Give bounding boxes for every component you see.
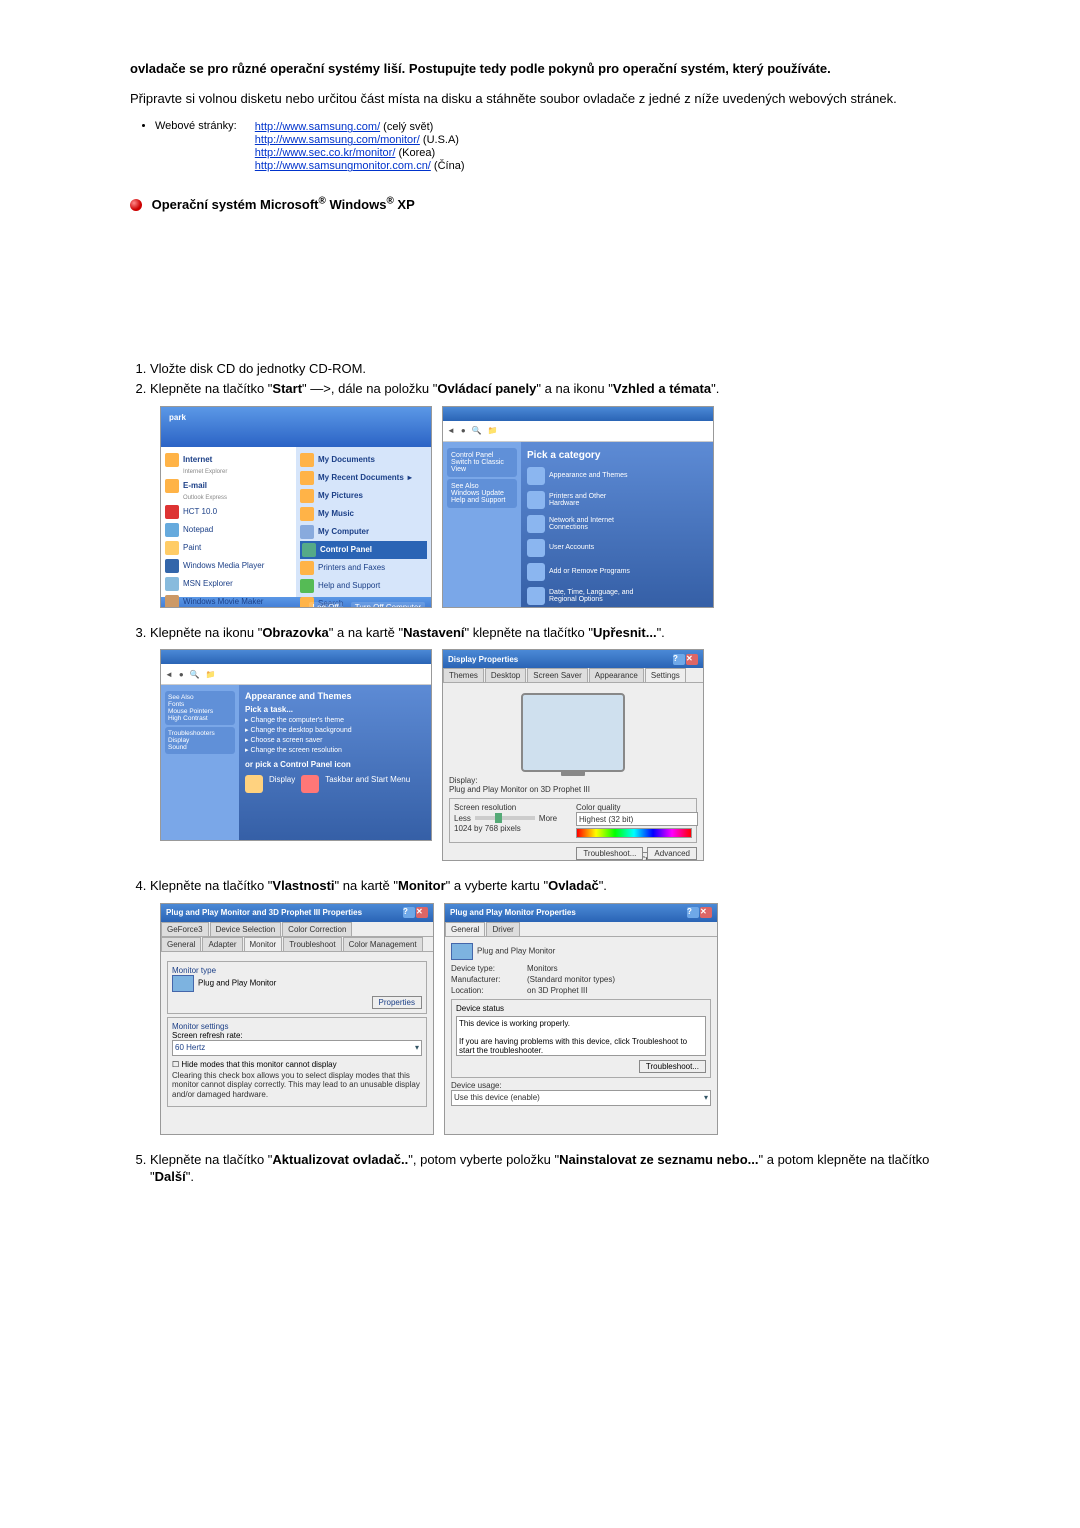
appearance-themes-screenshot: ◄●🔍📁 See AlsoFontsMouse PointersHigh Con…	[160, 649, 432, 841]
web-label: Webové stránky:	[155, 120, 237, 132]
link-samsung-monitor[interactable]: http://www.samsung.com/monitor/	[255, 134, 420, 146]
step-3: Klepněte na ikonu "Obrazovka" a na kartě…	[150, 624, 950, 642]
link-samsung[interactable]: http://www.samsung.com/	[255, 121, 380, 133]
monitor-properties-screenshot: Plug and Play Monitor Properties?✕ Gener…	[444, 903, 718, 1135]
link-suffix: (celý svět)	[380, 121, 433, 133]
step-4: Klepněte na tlačítko "Vlastnosti" na kar…	[150, 877, 950, 895]
intro-bold: ovladače se pro různé operační systémy l…	[130, 60, 950, 78]
link-samsungmonitor-cn[interactable]: http://www.samsungmonitor.com.cn/	[255, 160, 431, 172]
link-suffix: (Korea)	[395, 147, 435, 159]
link-suffix: (U.S.A)	[420, 134, 459, 146]
control-panel-screenshot: ◄●🔍📁 Control PanelSwitch to Classic View…	[442, 406, 714, 608]
step-1: Vložte disk CD do jednotky CD-ROM.	[150, 360, 950, 378]
step-5: Klepněte na tlačítko "Aktualizovat ovlad…	[150, 1151, 950, 1186]
display-properties-screenshot: Display Properties?✕ ThemesDesktopScreen…	[442, 649, 704, 861]
link-suffix: (Čína)	[431, 160, 465, 172]
step-2: Klepněte na tlačítko "Start" —>, dále na…	[150, 380, 950, 398]
web-links-item: Webové stránky: http://www.samsung.com/ …	[155, 120, 950, 173]
section-heading: Operační systém Microsoft® Windows® XP	[130, 195, 950, 211]
monitor-3dprophet-properties-screenshot: Plug and Play Monitor and 3D Prophet III…	[160, 903, 434, 1135]
start-menu-screenshot: park Internet Internet Explorer E-mail O…	[160, 406, 432, 608]
link-sec[interactable]: http://www.sec.co.kr/monitor/	[255, 147, 396, 159]
bullet-icon	[130, 199, 142, 211]
intro-para: Připravte si volnou disketu nebo určitou…	[130, 90, 950, 108]
